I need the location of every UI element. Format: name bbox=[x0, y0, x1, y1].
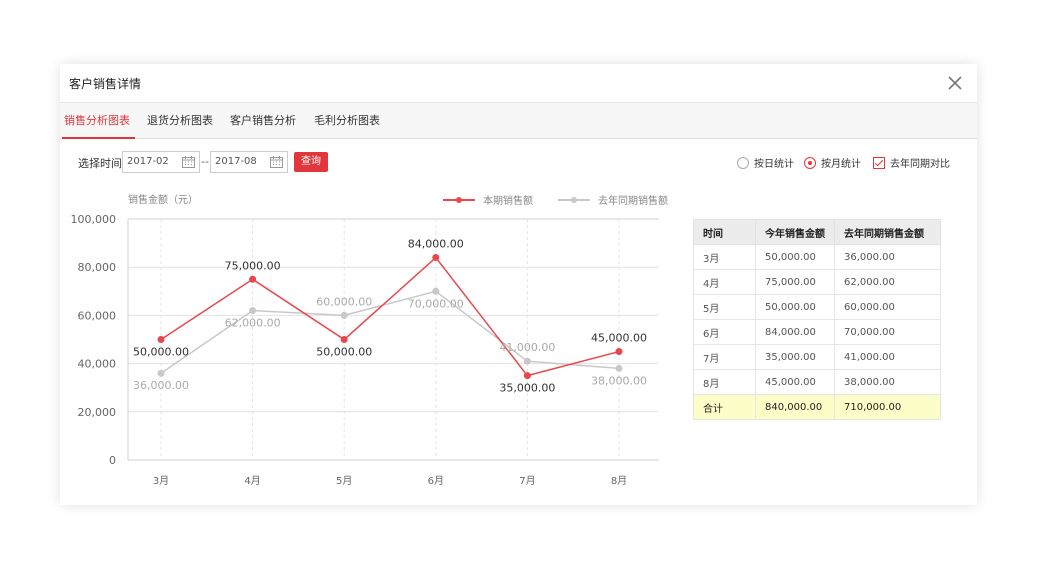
table-cell: 62,000.00 bbox=[834, 269, 941, 295]
table-cell: 84,000.00 bbox=[755, 319, 835, 345]
table-row: 4月 75,000.00 62,000.00 bbox=[693, 269, 941, 295]
col-header-time: 时间 bbox=[693, 219, 756, 245]
y-tick-label: 100,000 bbox=[71, 213, 117, 226]
radio-daily[interactable] bbox=[737, 156, 749, 169]
radio-monthly[interactable] bbox=[804, 156, 816, 169]
table-cell: 840,000.00 bbox=[755, 394, 835, 420]
data-label-last-year: 62,000.00 bbox=[225, 317, 281, 330]
x-tick-label: 8月 bbox=[611, 475, 627, 487]
table-cell: 41,000.00 bbox=[834, 344, 941, 370]
table-cell: 50,000.00 bbox=[755, 244, 835, 270]
col-header-this-year: 今年销售金额 bbox=[755, 219, 835, 245]
data-point-current bbox=[249, 275, 257, 283]
x-tick-label: 7月 bbox=[519, 475, 535, 487]
data-label-last-year: 60,000.00 bbox=[316, 295, 372, 308]
table-row: 6月 84,000.00 70,000.00 bbox=[693, 319, 941, 345]
data-point-current bbox=[523, 372, 531, 380]
close-icon[interactable] bbox=[945, 73, 965, 93]
table-cell: 70,000.00 bbox=[834, 319, 941, 345]
data-point-current bbox=[157, 336, 165, 343]
legend-label: 本期销售额 bbox=[483, 194, 533, 207]
data-point-last-year bbox=[432, 287, 440, 295]
sales-line-chart: 0 20,000 40,000 60,000 80,000 100,000 3月 4月 5月 6月… bbox=[71, 193, 669, 487]
y-tick-label: 60,000 bbox=[78, 309, 117, 322]
x-tick-label: 3月 bbox=[153, 475, 169, 487]
data-point-current bbox=[432, 254, 440, 262]
table-row: 5月 50,000.00 60,000.00 bbox=[693, 294, 941, 320]
data-label-last-year: 41,000.00 bbox=[499, 341, 555, 354]
checkbox-yoy[interactable] bbox=[873, 156, 885, 169]
data-label-current: 45,000.00 bbox=[591, 332, 647, 345]
table-cell: 710,000.00 bbox=[834, 394, 941, 420]
legend-swatch-dot bbox=[456, 197, 462, 203]
table-cell: 36,000.00 bbox=[834, 244, 941, 270]
col-header-last-year: 去年同期销售金额 bbox=[834, 219, 941, 245]
y-tick-label: 0 bbox=[109, 454, 116, 467]
option-monthly-label: 按月统计 bbox=[821, 159, 861, 170]
y-tick-label: 80,000 bbox=[78, 261, 117, 274]
sales-table: 时间 今年销售金额 去年同期销售金额 3月 50,000.00 36,000.00 4… bbox=[693, 219, 941, 420]
data-label-current: 50,000.00 bbox=[316, 346, 372, 359]
data-label-current: 84,000.00 bbox=[408, 238, 464, 251]
table-header-row: 时间 今年销售金额 去年同期销售金额 bbox=[693, 219, 941, 245]
x-tick-label: 5月 bbox=[336, 475, 352, 487]
data-label-last-year: 70,000.00 bbox=[408, 297, 464, 310]
option-yoy-label: 去年同期对比 bbox=[890, 159, 950, 170]
option-monthly[interactable]: 按月统计 bbox=[804, 155, 861, 170]
data-point-last-year bbox=[523, 357, 531, 365]
x-tick-label: 6月 bbox=[428, 475, 444, 487]
data-label-current: 50,000.00 bbox=[133, 346, 189, 359]
table-cell: 6月 bbox=[693, 319, 756, 345]
table-cell: 4月 bbox=[693, 269, 756, 295]
legend-swatch-dot bbox=[571, 197, 577, 203]
option-daily-label: 按日统计 bbox=[754, 159, 794, 170]
data-point-last-year bbox=[157, 369, 165, 377]
table-cell: 5月 bbox=[693, 294, 756, 320]
customer-sales-modal: 客户销售详情 销售分析图表 退货分析图表 客户销售分析 毛利分析图表 选择时间:… bbox=[60, 64, 977, 505]
table-cell: 38,000.00 bbox=[834, 369, 941, 395]
data-point-current bbox=[340, 336, 348, 343]
x-tick-label: 4月 bbox=[244, 475, 260, 487]
data-label-current: 75,000.00 bbox=[225, 259, 281, 272]
data-label-current: 35,000.00 bbox=[499, 382, 555, 395]
y-tick-label: 40,000 bbox=[78, 358, 117, 371]
data-label-last-year: 38,000.00 bbox=[591, 374, 647, 387]
y-axis-title: 销售金额（元） bbox=[128, 193, 198, 206]
table-cell: 7月 bbox=[693, 344, 756, 370]
data-label-last-year: 36,000.00 bbox=[133, 379, 189, 392]
data-point-last-year bbox=[249, 307, 257, 315]
table-cell: 45,000.00 bbox=[755, 369, 835, 395]
table-row: 7月 35,000.00 41,000.00 bbox=[693, 344, 941, 370]
data-point-last-year bbox=[340, 311, 348, 319]
y-tick-label: 20,000 bbox=[78, 406, 117, 419]
data-point-current bbox=[615, 348, 623, 356]
table-cell: 50,000.00 bbox=[755, 294, 835, 320]
table-row: 3月 50,000.00 36,000.00 bbox=[693, 244, 941, 270]
table-cell: 35,000.00 bbox=[755, 344, 835, 370]
table-row: 8月 45,000.00 38,000.00 bbox=[693, 369, 941, 395]
table-cell: 3月 bbox=[693, 244, 756, 270]
table-total-row: 合计 840,000.00 710,000.00 bbox=[693, 394, 941, 420]
option-daily[interactable]: 按日统计 bbox=[737, 155, 794, 170]
legend-label: 去年同期销售额 bbox=[598, 194, 668, 207]
series-line-last-year bbox=[160, 290, 620, 374]
option-yoy[interactable]: 去年同期对比 bbox=[873, 155, 950, 170]
table-cell: 合计 bbox=[693, 394, 756, 420]
table-cell: 8月 bbox=[693, 369, 756, 395]
table-cell: 60,000.00 bbox=[834, 294, 941, 320]
data-point-last-year bbox=[615, 364, 623, 372]
table-cell: 75,000.00 bbox=[755, 269, 835, 295]
